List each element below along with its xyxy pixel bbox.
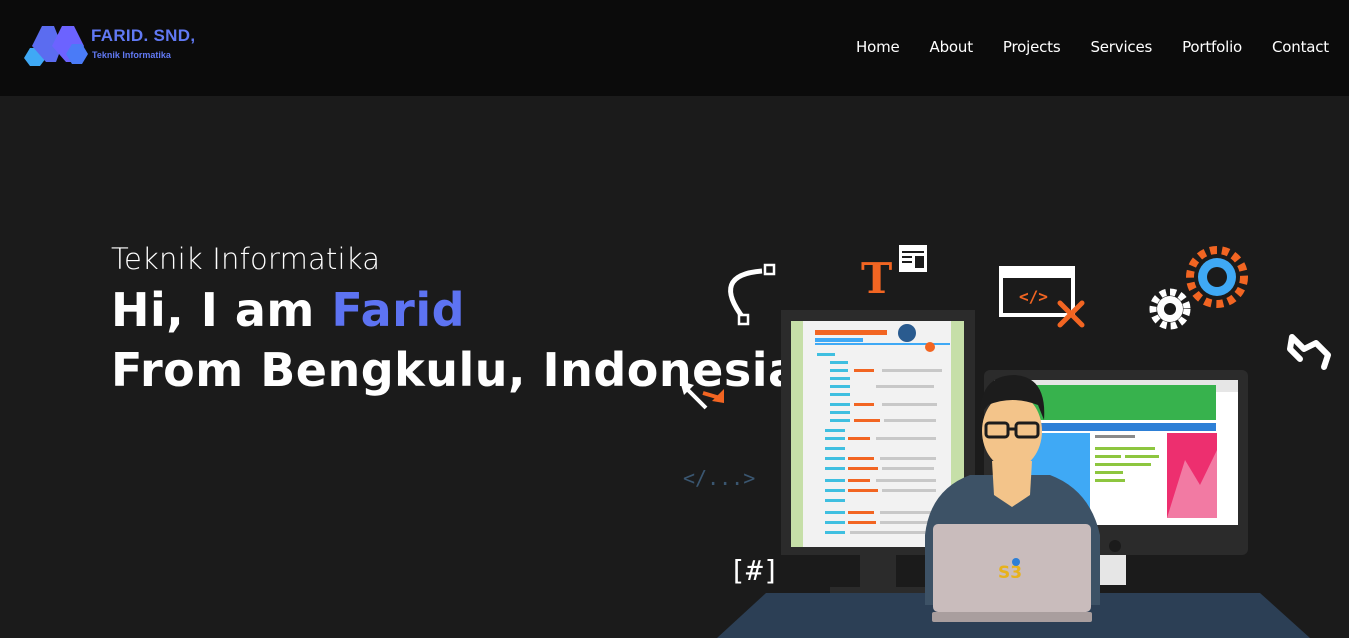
hero-greeting-prefix: Hi, I am [111,283,332,337]
brand-subtitle: Teknik Informatika [92,50,171,60]
nav-item-about[interactable]: About [930,38,974,56]
gear-white-icon [1149,288,1191,330]
cursor-arrow-icon [680,381,724,410]
brand-title: FARID. SND, [91,26,196,45]
laptop-logo-label: S3 [998,563,1022,583]
hash-tag-label: [#] [729,554,780,587]
main-nav: Home About Projects Services Portfolio C… [856,38,1329,56]
laptop: S3 [932,524,1092,622]
nav-item-portfolio[interactable]: Portfolio [1182,38,1242,56]
nav-item-services[interactable]: Services [1090,38,1152,56]
m-hexagon-logo-icon [24,26,88,66]
hero-greeting: Hi, I am Farid [111,283,465,337]
chain-link-icon [1287,334,1331,370]
nav-item-projects[interactable]: Projects [1003,38,1061,56]
nav-item-home[interactable]: Home [856,38,900,56]
site-header: FARID. SND, Teknik Informatika Home Abou… [0,0,1349,96]
developer-illustration: T </> </...> [#] S3 [680,245,1331,638]
hero-subtitle: Teknik Informatika [111,242,381,276]
bezier-curve-icon [728,263,776,326]
browser-code-label: </> [1019,287,1048,306]
brand-logo[interactable]: FARID. SND, Teknik Informatika [22,24,212,66]
text-format-icon: T [861,254,892,303]
code-tag-label: </...> [683,466,755,490]
nav-item-contact[interactable]: Contact [1272,38,1329,56]
gear-blue-icon [1186,246,1248,308]
layout-icon [899,245,927,272]
hero-name: Farid [331,283,466,337]
